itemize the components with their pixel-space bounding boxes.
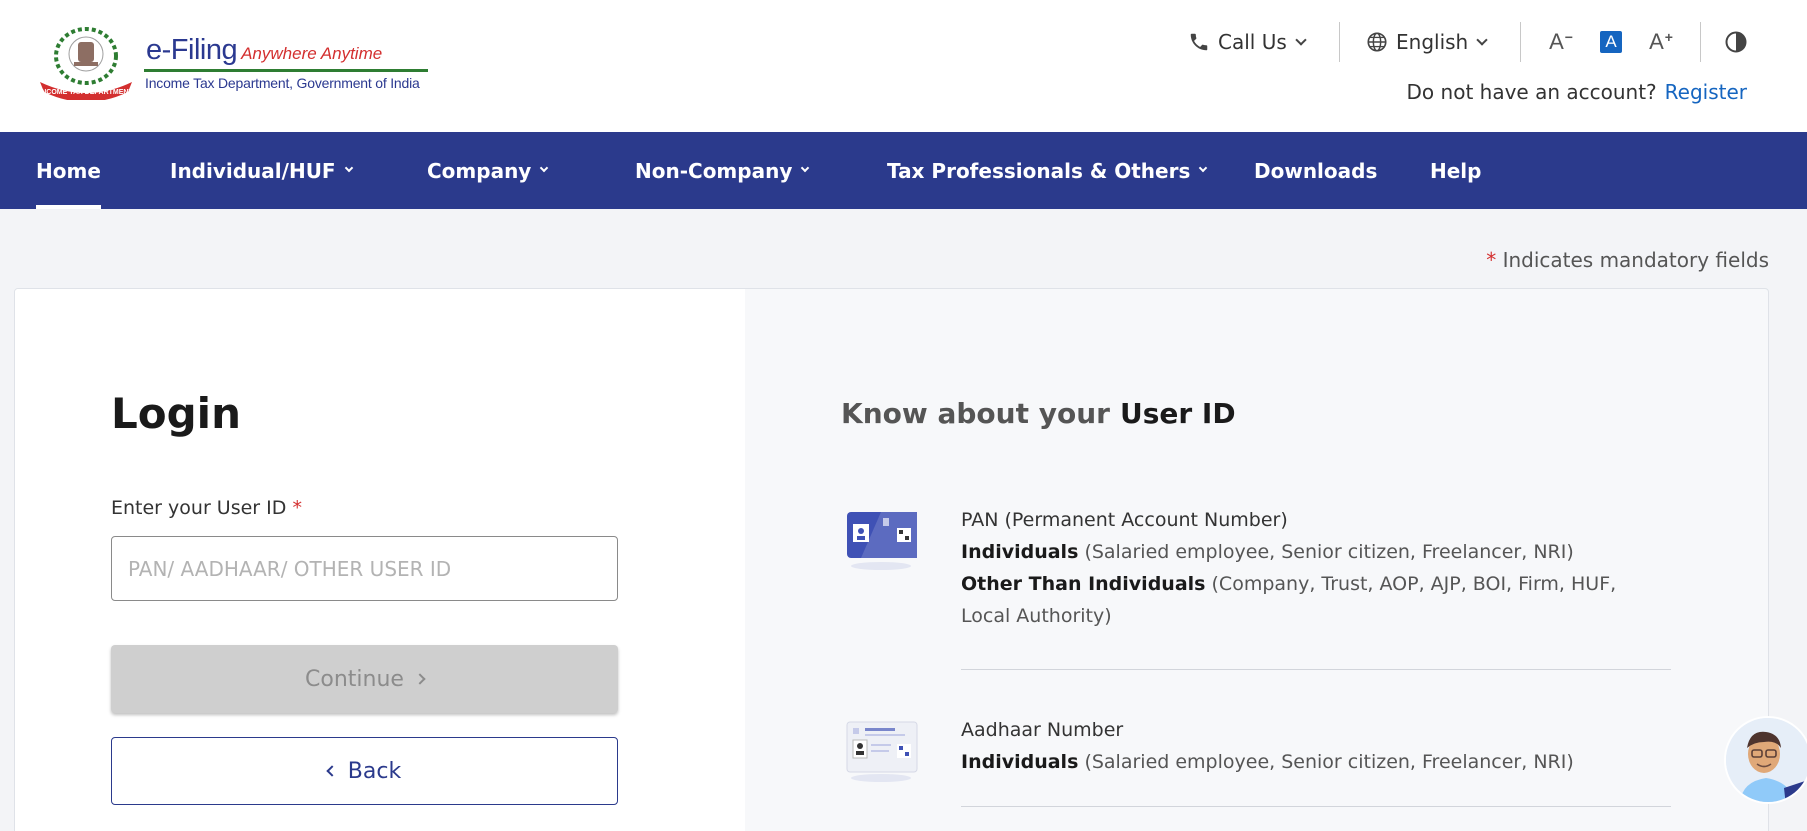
pan-heading: PAN (Permanent Account Number) [961, 509, 1288, 531]
nav-non-company-label: Non-Company [635, 158, 793, 183]
login-title: Login [111, 389, 241, 438]
nav-help[interactable]: Help [1430, 132, 1481, 209]
chevron-left-icon [326, 765, 338, 777]
nav-individual-huf-label: Individual/HUF [170, 158, 336, 183]
pan-info-item: PAN (Permanent Account Number) Individua… [841, 504, 1671, 684]
pan-individuals-line: Individuals (Salaried employee, Senior c… [961, 536, 1671, 568]
chevron-down-icon [801, 163, 810, 173]
chevron-down-icon [1476, 33, 1488, 46]
aadhaar-card-icon [846, 721, 918, 782]
nav-tax-professionals-label: Tax Professionals & Others [887, 158, 1191, 183]
continue-button[interactable]: Continue [111, 645, 618, 713]
font-reset-label: A [1605, 32, 1617, 51]
nav-company-label: Company [427, 158, 532, 183]
nav-non-company[interactable]: Non-Company [635, 132, 810, 209]
nav-home[interactable]: Home [36, 132, 101, 209]
aadhaar-individuals-desc: (Salaried employee, Senior citizen, Free… [1084, 751, 1574, 773]
assistant-avatar-icon [1726, 718, 1807, 802]
user-id-label: Enter your User ID * [111, 497, 302, 519]
logo-divider [144, 69, 428, 72]
contrast-icon [1725, 31, 1747, 53]
plus-icon: + [1664, 29, 1673, 45]
nav-downloads[interactable]: Downloads [1254, 132, 1377, 209]
divider [961, 669, 1671, 670]
font-reset-button[interactable]: A [1600, 31, 1622, 53]
login-card: Login Enter your User ID * Continue Back… [14, 288, 1769, 831]
call-us-label: Call Us [1218, 30, 1287, 54]
logo-efiling-text: e-Filing [146, 34, 238, 66]
logo-subtitle: Income Tax Department, Government of Ind… [145, 75, 420, 91]
aadhaar-info-text: Aadhaar Number Individuals (Salaried emp… [961, 714, 1671, 778]
globe-icon [1367, 32, 1387, 52]
nav-company[interactable]: Company [427, 132, 549, 209]
user-id-input[interactable] [111, 536, 618, 601]
nav-home-label: Home [36, 158, 101, 183]
pan-info-text: PAN (Permanent Account Number) Individua… [961, 504, 1671, 632]
know-user-id-title: Know about your User ID [841, 397, 1236, 430]
nav-help-label: Help [1430, 158, 1482, 183]
account-prompt-line: Do not have an account? Register [1407, 80, 1747, 104]
chat-assistant-avatar[interactable] [1724, 716, 1807, 804]
efiling-logo[interactable]: INCOME TAX DEPARTMENT e-Filing Anywhere A… [36, 26, 428, 106]
contrast-toggle-button[interactable] [1724, 22, 1748, 62]
mandatory-note-text: Indicates mandatory fields [1502, 248, 1769, 272]
logo-title: e-Filing Anywhere Anytime [146, 34, 382, 67]
mandatory-fields-note: * Indicates mandatory fields [1486, 248, 1769, 272]
utility-separator [1339, 22, 1340, 62]
pan-other-line: Other Than Individuals (Company, Trust, … [961, 568, 1671, 632]
nav-tax-professionals[interactable]: Tax Professionals & Others [887, 132, 1208, 209]
chevron-down-icon [1295, 33, 1307, 46]
know-title-emphasis: User ID [1119, 397, 1236, 430]
user-id-info-panel: Know about your User ID PAN (Permanent Ac… [745, 289, 1768, 831]
language-dropdown[interactable]: English [1366, 22, 1488, 62]
utility-separator [1700, 22, 1701, 62]
utility-separator [1520, 22, 1521, 62]
aadhaar-info-item: Aadhaar Number Individuals (Salaried emp… [841, 714, 1671, 831]
nav-downloads-label: Downloads [1254, 158, 1378, 183]
call-us-dropdown[interactable]: Call Us [1188, 22, 1307, 62]
chevron-down-icon [540, 163, 549, 173]
pan-individuals-label: Individuals [961, 541, 1079, 563]
font-decrease-label: A [1549, 29, 1564, 54]
know-title-prefix: Know about your [841, 397, 1110, 430]
minus-icon: − [1564, 29, 1573, 45]
aadhaar-individuals-line: Individuals (Salaried employee, Senior c… [961, 746, 1671, 778]
font-increase-button[interactable]: A + [1646, 28, 1676, 56]
account-prompt-text: Do not have an account? [1406, 80, 1657, 104]
chevron-down-icon [1199, 163, 1208, 173]
pan-other-label: Other Than Individuals [961, 573, 1206, 595]
language-label: English [1396, 30, 1469, 54]
aadhaar-heading: Aadhaar Number [961, 719, 1124, 741]
chevron-down-icon [344, 163, 353, 173]
chevron-right-icon [414, 673, 426, 685]
required-star: * [1486, 248, 1497, 272]
utility-bar: Call Us English A − A A + [1184, 22, 1784, 62]
phone-icon [1190, 33, 1208, 51]
pan-card-icon [847, 512, 917, 570]
continue-label: Continue [305, 666, 404, 692]
aadhaar-individuals-label: Individuals [961, 751, 1079, 773]
user-id-label-text: Enter your User ID [111, 497, 287, 519]
required-star: * [292, 497, 302, 519]
main-navbar: Home Individual/HUF Company Non-Company … [0, 132, 1807, 209]
back-label: Back [347, 758, 402, 784]
back-button[interactable]: Back [111, 737, 618, 805]
emblem-icon: INCOME TAX DEPARTMENT [39, 27, 133, 100]
register-link[interactable]: Register [1665, 80, 1747, 104]
nav-individual-huf[interactable]: Individual/HUF [170, 132, 353, 209]
svg-text:INCOME TAX DEPARTMENT: INCOME TAX DEPARTMENT [39, 89, 133, 96]
site-header: INCOME TAX DEPARTMENT e-Filing Anywhere A… [0, 0, 1807, 132]
logo-tagline: Anywhere Anytime [241, 44, 383, 63]
font-increase-label: A [1649, 29, 1664, 54]
divider [961, 806, 1671, 807]
login-panel: Login Enter your User ID * Continue Back [15, 289, 745, 831]
font-decrease-button[interactable]: A − [1546, 28, 1576, 56]
pan-individuals-desc: (Salaried employee, Senior citizen, Free… [1084, 541, 1574, 563]
